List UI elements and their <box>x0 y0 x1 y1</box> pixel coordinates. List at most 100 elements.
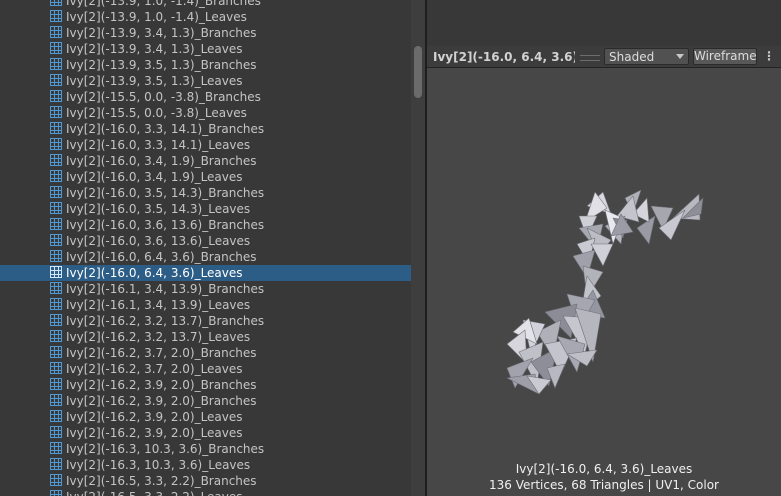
asset-list-item-label: Ivy[2](-16.1, 3.4, 13.9)_Leaves <box>66 298 251 312</box>
asset-list-item[interactable]: Ivy[2](-16.2, 3.9, 2.0)_Branches <box>0 377 411 393</box>
mesh-icon <box>50 58 62 70</box>
mesh-icon <box>50 378 62 390</box>
asset-list-item-label: Ivy[2](-13.9, 3.4, 1.3)_Branches <box>66 26 257 40</box>
asset-list-item-label: Ivy[2](-16.3, 10.3, 3.6)_Branches <box>66 442 265 456</box>
asset-list-item[interactable]: Ivy[2](-16.0, 3.6, 13.6)_Leaves <box>0 233 411 249</box>
asset-list-item[interactable]: Ivy[2](-13.9, 1.0, -1.4)_Branches <box>0 0 411 9</box>
more-options-icon[interactable]: ⋮ <box>763 48 775 65</box>
asset-list-item-label: Ivy[2](-16.0, 6.4, 3.6)_Branches <box>66 250 257 264</box>
mesh-icon <box>50 346 62 358</box>
mesh-icon <box>50 266 62 278</box>
asset-list-item-label: Ivy[2](-16.2, 3.9, 2.0)_Leaves <box>66 426 243 440</box>
wireframe-toggle-button[interactable]: Wireframe <box>693 48 757 65</box>
asset-list-item-label: Ivy[2](-13.9, 1.0, -1.4)_Branches <box>66 0 261 8</box>
asset-list-item-label: Ivy[2](-13.9, 3.5, 1.3)_Leaves <box>66 74 243 88</box>
asset-list-item[interactable]: Ivy[2](-16.1, 3.4, 13.9)_Leaves <box>0 297 411 313</box>
mesh-icon <box>50 394 62 406</box>
asset-list-item-label: Ivy[2](-16.2, 3.2, 13.7)_Branches <box>66 314 265 328</box>
asset-list-item[interactable]: Ivy[2](-16.0, 6.4, 3.6)_Leaves <box>0 265 411 281</box>
asset-list-item[interactable]: Ivy[2](-13.9, 3.4, 1.3)_Branches <box>0 25 411 41</box>
asset-list-item[interactable]: Ivy[2](-16.0, 3.3, 14.1)_Leaves <box>0 137 411 153</box>
chevron-down-icon <box>676 54 684 59</box>
asset-list-item-label: Ivy[2](-13.9, 3.5, 1.3)_Branches <box>66 58 257 72</box>
asset-list-item-label: Ivy[2](-16.1, 3.4, 13.9)_Branches <box>66 282 265 296</box>
asset-list-item-label: Ivy[2](-16.2, 3.9, 2.0)_Branches <box>66 394 257 408</box>
mesh-icon <box>50 138 62 150</box>
mesh-icon <box>50 90 62 102</box>
asset-list-item[interactable]: Ivy[2](-13.9, 3.4, 1.3)_Leaves <box>0 41 411 57</box>
shading-mode-dropdown[interactable]: Shaded <box>604 48 689 65</box>
asset-list-item[interactable]: Ivy[2](-16.0, 3.5, 14.3)_Leaves <box>0 201 411 217</box>
asset-list-item-label: Ivy[2](-16.3, 10.3, 3.6)_Leaves <box>66 458 251 472</box>
asset-list-item[interactable]: Ivy[2](-16.0, 3.4, 1.9)_Branches <box>0 153 411 169</box>
mesh-icon <box>50 26 62 38</box>
mesh-name-label: Ivy[2](-16.0, 6.4, 3.6)_Leaves <box>515 462 693 476</box>
asset-list-item[interactable]: Ivy[2](-16.5, 3.3, 2.2)_Leaves <box>0 489 411 496</box>
asset-list-item-label: Ivy[2](-13.9, 1.0, -1.4)_Leaves <box>66 10 247 24</box>
asset-list-item[interactable]: Ivy[2](-16.2, 3.9, 2.0)_Branches <box>0 393 411 409</box>
mesh-icon <box>50 42 62 54</box>
shading-mode-value: Shaded <box>609 50 655 64</box>
asset-list-item[interactable]: Ivy[2](-16.2, 3.2, 13.7)_Branches <box>0 313 411 329</box>
asset-list-item[interactable]: Ivy[2](-16.0, 3.3, 14.1)_Branches <box>0 121 411 137</box>
preview-toolbar: Ivy[2](-16.0, 6.4, 3.6)_Leaves Shaded Wi… <box>427 46 781 68</box>
preview-title: Ivy[2](-16.0, 6.4, 3.6)_Leaves <box>433 50 575 64</box>
scrollbar-thumb[interactable] <box>414 46 422 98</box>
asset-list-item[interactable]: Ivy[2](-15.5, 0.0, -3.8)_Branches <box>0 89 411 105</box>
mesh-icon <box>50 298 62 310</box>
mesh-icon <box>50 218 62 230</box>
mesh-icon <box>50 410 62 422</box>
mesh-stats-label: 136 Vertices, 68 Triangles | UV1, Color <box>489 477 719 492</box>
asset-list-item[interactable]: Ivy[2](-16.0, 6.4, 3.6)_Branches <box>0 249 411 265</box>
mesh-icon <box>50 186 62 198</box>
mesh-icon <box>50 122 62 134</box>
asset-list-item-label: Ivy[2](-16.0, 6.4, 3.6)_Leaves <box>66 266 243 280</box>
asset-list: Ivy[2](-13.9, 1.0, -1.4)_Branches Ivy[2](… <box>0 0 411 496</box>
asset-list-item-label: Ivy[2](-15.5, 0.0, -3.8)_Leaves <box>66 106 247 120</box>
asset-list-item-label: Ivy[2](-13.9, 3.4, 1.3)_Leaves <box>66 42 243 56</box>
asset-list-item-label: Ivy[2](-16.0, 3.5, 14.3)_Leaves <box>66 202 251 216</box>
asset-list-item[interactable]: Ivy[2](-16.0, 3.5, 14.3)_Branches <box>0 185 411 201</box>
mesh-icon <box>50 10 62 22</box>
asset-list-item[interactable]: Ivy[2](-16.3, 10.3, 3.6)_Leaves <box>0 457 411 473</box>
asset-list-item[interactable]: Ivy[2](-13.9, 3.5, 1.3)_Branches <box>0 57 411 73</box>
mesh-icon <box>50 170 62 182</box>
asset-list-item[interactable]: Ivy[2](-16.2, 3.9, 2.0)_Leaves <box>0 425 411 441</box>
mesh-info-overlay: Ivy[2](-16.0, 6.4, 3.6)_Leaves 136 Verti… <box>427 462 781 493</box>
asset-list-item-label: Ivy[2](-16.0, 3.4, 1.9)_Leaves <box>66 170 243 184</box>
drag-handle-icon[interactable] <box>580 55 600 61</box>
ivy-leaves-mesh <box>506 189 704 395</box>
mesh-icon <box>50 490 62 496</box>
asset-list-item-label: Ivy[2](-16.2, 3.9, 2.0)_Branches <box>66 378 257 392</box>
asset-list-scrollbar[interactable] <box>411 0 425 496</box>
asset-list-item-label: Ivy[2](-16.0, 3.4, 1.9)_Branches <box>66 154 257 168</box>
asset-list-item[interactable]: Ivy[2](-16.2, 3.7, 2.0)_Branches <box>0 345 411 361</box>
asset-list-item[interactable]: Ivy[2](-16.5, 3.3, 2.2)_Branches <box>0 473 411 489</box>
mesh-icon <box>50 282 62 294</box>
mesh-icon <box>50 474 62 486</box>
asset-list-rows: Ivy[2](-13.9, 1.0, -1.4)_Branches Ivy[2](… <box>0 0 411 496</box>
asset-list-item[interactable]: Ivy[2](-16.1, 3.4, 13.9)_Branches <box>0 281 411 297</box>
asset-list-item[interactable]: Ivy[2](-16.0, 3.6, 13.6)_Branches <box>0 217 411 233</box>
asset-list-item[interactable]: Ivy[2](-16.2, 3.7, 2.0)_Leaves <box>0 361 411 377</box>
mesh-icon <box>50 442 62 454</box>
asset-list-item[interactable]: Ivy[2](-16.2, 3.2, 13.7)_Leaves <box>0 329 411 345</box>
mesh-icon <box>50 330 62 342</box>
asset-list-item-label: Ivy[2](-16.0, 3.3, 14.1)_Leaves <box>66 138 251 152</box>
asset-list-item[interactable]: Ivy[2](-16.0, 3.4, 1.9)_Leaves <box>0 169 411 185</box>
asset-list-item-label: Ivy[2](-16.2, 3.7, 2.0)_Branches <box>66 346 257 360</box>
asset-list-item-label: Ivy[2](-16.2, 3.7, 2.0)_Leaves <box>66 362 243 376</box>
asset-list-item-label: Ivy[2](-16.0, 3.6, 13.6)_Leaves <box>66 234 251 248</box>
mesh-icon <box>50 234 62 246</box>
asset-list-item[interactable]: Ivy[2](-15.5, 0.0, -3.8)_Leaves <box>0 105 411 121</box>
mesh-icon <box>50 458 62 470</box>
mesh-icon <box>50 362 62 374</box>
asset-list-item[interactable]: Ivy[2](-16.2, 3.9, 2.0)_Leaves <box>0 409 411 425</box>
mesh-icon <box>50 0 62 6</box>
asset-list-item-label: Ivy[2](-16.0, 3.3, 14.1)_Branches <box>66 122 265 136</box>
asset-list-item[interactable]: Ivy[2](-16.3, 10.3, 3.6)_Branches <box>0 441 411 457</box>
asset-list-item[interactable]: Ivy[2](-13.9, 3.5, 1.3)_Leaves <box>0 73 411 89</box>
mesh-3d-view[interactable] <box>427 68 781 462</box>
asset-list-item[interactable]: Ivy[2](-13.9, 1.0, -1.4)_Leaves <box>0 9 411 25</box>
mesh-icon <box>50 202 62 214</box>
